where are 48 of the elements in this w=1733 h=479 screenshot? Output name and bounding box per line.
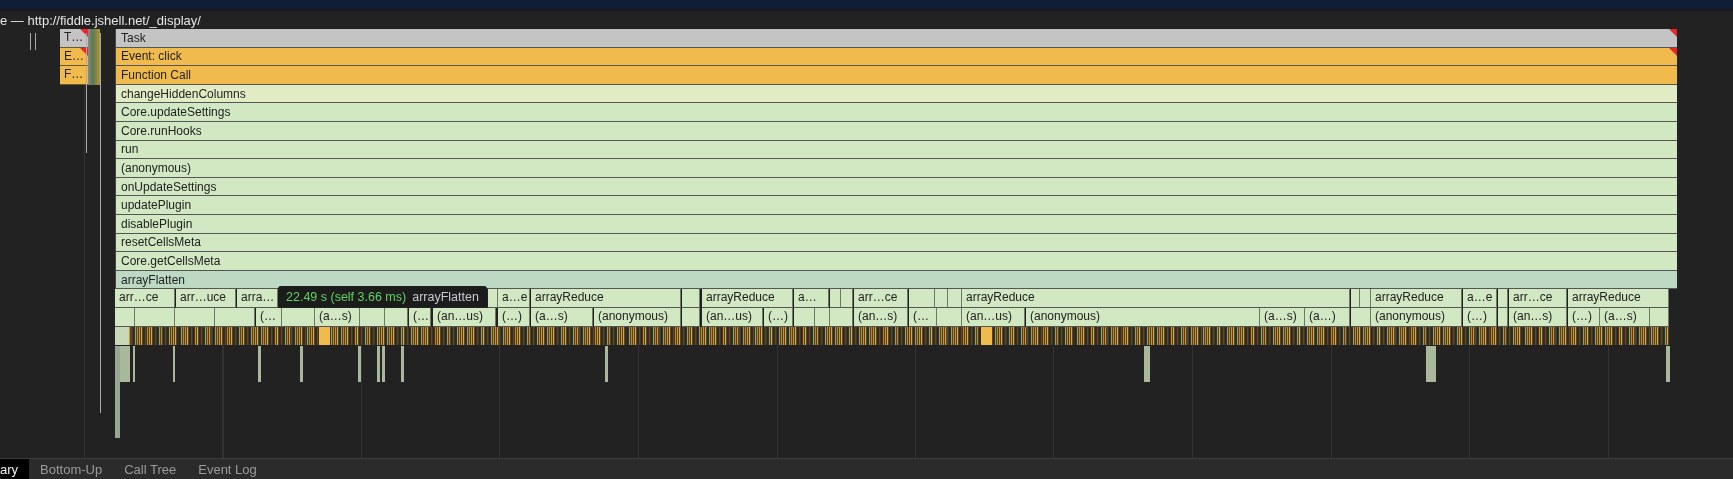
warning-icon: [1669, 29, 1677, 37]
bar-label: Event: click: [120, 49, 182, 64]
tab[interactable]: Event Log: [187, 459, 268, 479]
tab[interactable]: Call Tree: [113, 459, 188, 479]
flame-bar: arr…uce: [176, 289, 236, 308]
bar-label: disablePlugin: [120, 216, 193, 231]
flame-bar: arr…ce: [115, 289, 175, 308]
flame-bar: [1498, 307, 1508, 327]
flame-bar: (an…us): [433, 307, 496, 327]
bar-label: resetCellsMeta: [120, 235, 202, 250]
tab[interactable]: ary: [0, 459, 30, 479]
flame-bar: [385, 307, 408, 327]
bar-label: Function Call: [120, 68, 192, 82]
flame-bar: arra…: [237, 289, 278, 308]
flame-bar: a…: [794, 289, 829, 308]
flame-bar: (…: [256, 307, 282, 327]
tooltip-name: arrayFlatten: [412, 289, 479, 304]
flame-bar: (…: [409, 307, 431, 327]
bar-label: E…: [64, 48, 84, 63]
warning-icon: [1669, 47, 1677, 56]
bar-label: Core.getCellsMeta: [120, 253, 221, 268]
bar-label: Task: [120, 30, 146, 45]
flame-bar: arrayReduce: [702, 289, 793, 308]
bar-label: (anonymous): [120, 160, 192, 175]
bar-label: onUpdateSettings: [120, 179, 217, 194]
flame-bar: (a…s): [315, 307, 360, 327]
bar-label: arrayFlatten: [120, 272, 186, 287]
flame-bar: a…e: [498, 289, 530, 308]
flame-bar: [360, 307, 385, 327]
bar-label: Core.runHooks: [120, 123, 202, 138]
tab[interactable]: Bottom-Up: [29, 459, 114, 479]
bar-label: changeHiddenColumns: [120, 86, 246, 101]
flame-bar: arrayReduce: [962, 289, 1350, 308]
flame-bar: arr…ce: [854, 289, 908, 308]
flame-bar: [282, 307, 315, 327]
flame-bar: arrayReduce: [1568, 289, 1669, 308]
bar-label: Core.updateSettings: [120, 105, 231, 120]
flame-bar: arr…ce: [1509, 289, 1567, 308]
bar-label: updatePlugin: [120, 198, 192, 213]
bar-label: F…: [64, 67, 84, 82]
bar-label: T…: [64, 30, 84, 44]
flame-bar: arrayReduce: [1371, 289, 1462, 308]
flame-bar: [175, 307, 215, 327]
page-url-title: e — http://fiddle.jshell.net/_display/: [0, 12, 201, 28]
flame-bar: arrayReduce: [531, 289, 681, 308]
bar-label: run: [120, 142, 139, 157]
tooltip-time: 22.49 s (self 3.66 ms): [286, 289, 407, 304]
flame-bar: a…e: [1463, 289, 1497, 308]
